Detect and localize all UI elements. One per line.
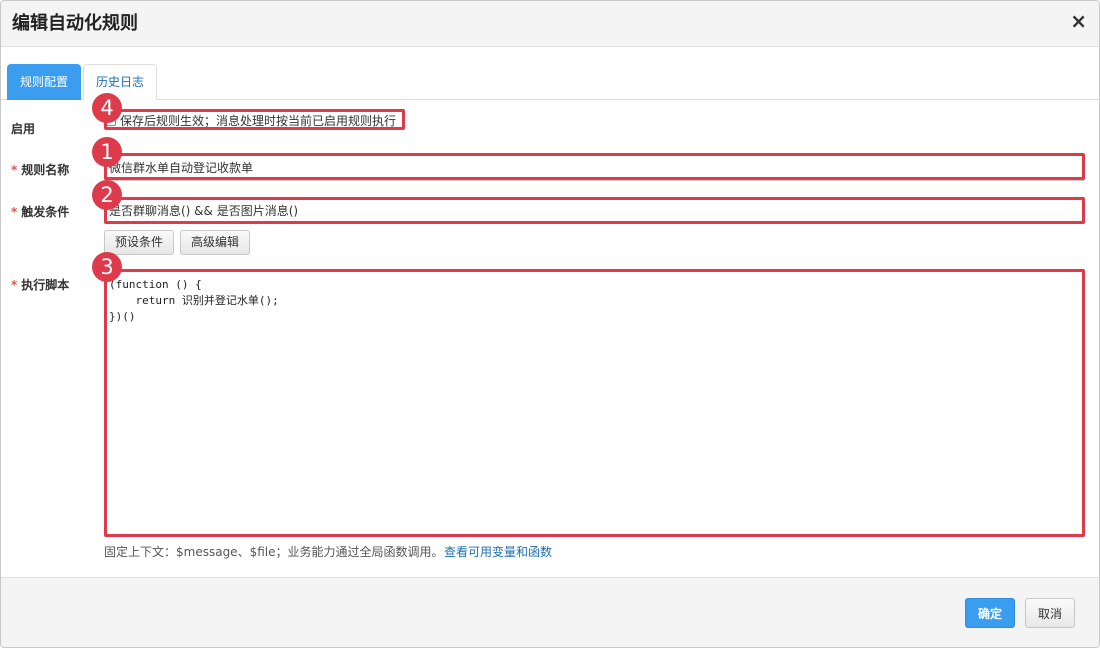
enable-checkbox-row[interactable]: 保存后规则生效；消息处理时按当前已启用规则执行 (104, 111, 396, 129)
close-icon[interactable]: × (1070, 11, 1087, 31)
rule-name-label-text: 规则名称 (21, 163, 70, 177)
rule-name-label: * 规则名称 (11, 161, 69, 178)
view-variables-link[interactable]: 查看可用变量和函数 (444, 543, 552, 560)
dialog-title: 编辑自动化规则 (12, 13, 138, 34)
required-mark: * (11, 163, 18, 177)
annotation-badge-2: 2 (92, 180, 122, 210)
script-editor[interactable]: (function () { return 识别并登记水单(); })() (104, 270, 1085, 537)
tab-rule-config[interactable]: 规则配置 (7, 64, 82, 100)
annotation-badge-1: 1 (92, 137, 122, 167)
script-label-text: 执行脚本 (21, 278, 70, 292)
rule-name-input[interactable] (104, 154, 1085, 181)
required-mark: * (11, 278, 18, 292)
edit-rule-dialog: 编辑自动化规则 × 规则配置 历史日志 启用 保存后规则生效；消息处理时按当前已… (0, 0, 1100, 648)
tab-history-log[interactable]: 历史日志 (83, 64, 158, 100)
dialog-header: 编辑自动化规则 × (1, 1, 1099, 47)
enable-label: 启用 (11, 122, 36, 136)
script-label: * 执行脚本 (11, 276, 69, 293)
trigger-condition-input[interactable] (104, 197, 1085, 224)
confirm-button[interactable]: 确定 (965, 598, 1015, 628)
enable-checkbox-text: 保存后规则生效；消息处理时按当前已启用规则执行 (120, 113, 397, 128)
preset-condition-button[interactable]: 预设条件 (104, 230, 175, 255)
annotation-badge-4: 4 (92, 93, 122, 123)
annotation-badge-3: 3 (92, 252, 122, 282)
tab-bar: 规则配置 历史日志 (1, 48, 1099, 100)
trigger-label: * 触发条件 (11, 203, 69, 220)
advanced-edit-button[interactable]: 高级编辑 (180, 230, 251, 255)
script-hint: 固定上下文：$message、$file；业务能力通过全局函数调用。 (104, 545, 444, 559)
cancel-button[interactable]: 取消 (1025, 598, 1075, 628)
dialog-footer (1, 577, 1099, 647)
trigger-label-text: 触发条件 (21, 205, 70, 219)
required-mark: * (11, 205, 18, 219)
